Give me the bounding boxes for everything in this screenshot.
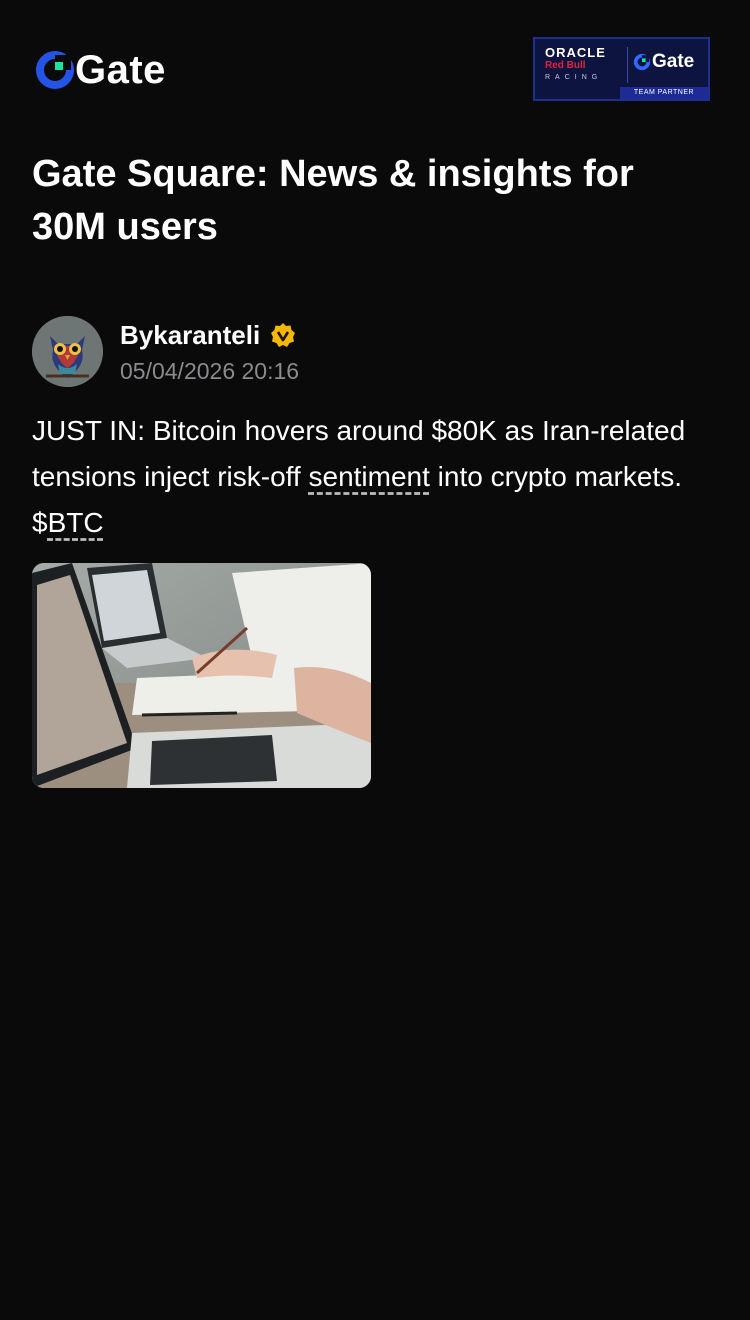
avatar[interactable] (32, 316, 103, 387)
partner-gate-logo: Gate (633, 51, 694, 73)
partner-redbull-text: Red Bull (545, 60, 586, 71)
partner-gate-icon (633, 53, 651, 71)
post-timestamp: 05/04/2026 20:16 (120, 358, 300, 384)
gate-logo-text: Gate (75, 48, 166, 92)
laptops-photo (32, 563, 371, 788)
header: Gate ORACLE Red Bull RACING Gate TEAM PA… (0, 0, 750, 130)
partner-racing-text: RACING (545, 74, 603, 81)
author-name[interactable]: Bykaranteli (120, 318, 260, 352)
post-image[interactable] (32, 563, 371, 788)
post-text: JUST IN: Bitcoin hovers around $80K as I… (32, 408, 692, 546)
author-row: Bykaranteli (120, 318, 296, 352)
partner-divider (627, 47, 628, 83)
partner-gate-text: Gate (652, 51, 695, 72)
owl-avatar-icon (32, 316, 103, 387)
partner-oracle-text: ORACLE (545, 45, 606, 60)
gate-logo[interactable]: Gate (35, 50, 166, 90)
page-title: Gate Square: News & insights for 30M use… (32, 153, 634, 248)
partner-team-label: TEAM PARTNER (620, 87, 708, 99)
gate-logo-icon (36, 51, 74, 89)
verified-badge-icon (271, 323, 296, 347)
partner-badge: ORACLE Red Bull RACING Gate TEAM PARTNER (533, 37, 710, 101)
btc-ticker-link[interactable]: BTC (48, 507, 104, 538)
sentiment-tag-link[interactable]: sentiment (309, 461, 430, 492)
